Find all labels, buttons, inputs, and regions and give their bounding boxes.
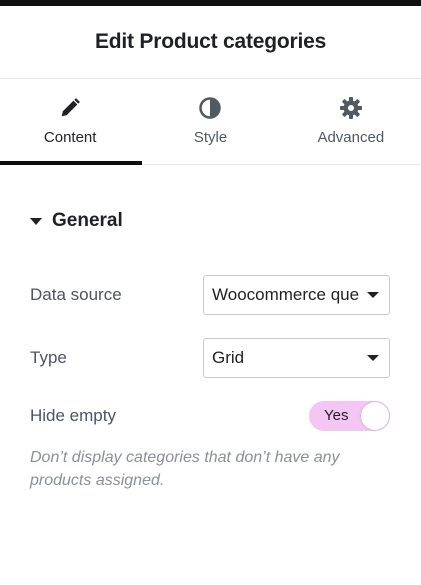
section-title: General	[52, 210, 123, 231]
contrast-icon	[198, 96, 222, 120]
tab-content[interactable]: Content	[0, 79, 143, 165]
type-label: Type	[30, 348, 67, 367]
hide-empty-toggle-text: Yes	[324, 407, 349, 424]
tab-style-label: Style	[193, 129, 228, 146]
data-source-select[interactable]: Woocommerce query	[203, 275, 390, 315]
type-select[interactable]: Grid	[203, 338, 390, 378]
chevron-down-icon	[367, 292, 379, 298]
section-general-toggle[interactable]: General	[30, 210, 123, 232]
panel-title: Edit Product categories	[94, 30, 327, 53]
chevron-down-icon	[367, 355, 379, 361]
tab-content-label: Content	[43, 129, 97, 146]
tab-advanced[interactable]: Advanced	[281, 79, 421, 164]
tab-advanced-label: Advanced	[317, 129, 385, 146]
hide-empty-description: Don’t display categories that don’t have…	[30, 449, 340, 489]
gear-icon	[339, 96, 363, 120]
data-source-row: Data source Woocommerce query	[30, 275, 390, 315]
pencil-icon	[58, 96, 82, 120]
panel-header: Edit Product categories	[0, 6, 421, 79]
hide-empty-row: Hide empty Yes	[30, 401, 390, 431]
tab-style[interactable]: Style	[140, 79, 280, 164]
type-row: Type Grid	[30, 338, 390, 378]
data-source-label: Data source	[30, 285, 122, 304]
caret-down-icon	[30, 217, 42, 225]
toggle-knob	[361, 402, 389, 430]
type-value: Grid	[212, 348, 245, 367]
tab-bar: Content Style Advanced	[0, 79, 421, 165]
hide-empty-toggle[interactable]: Yes	[309, 401, 390, 431]
data-source-value: Woocommerce query	[212, 285, 359, 304]
hide-empty-label: Hide empty	[30, 406, 116, 425]
